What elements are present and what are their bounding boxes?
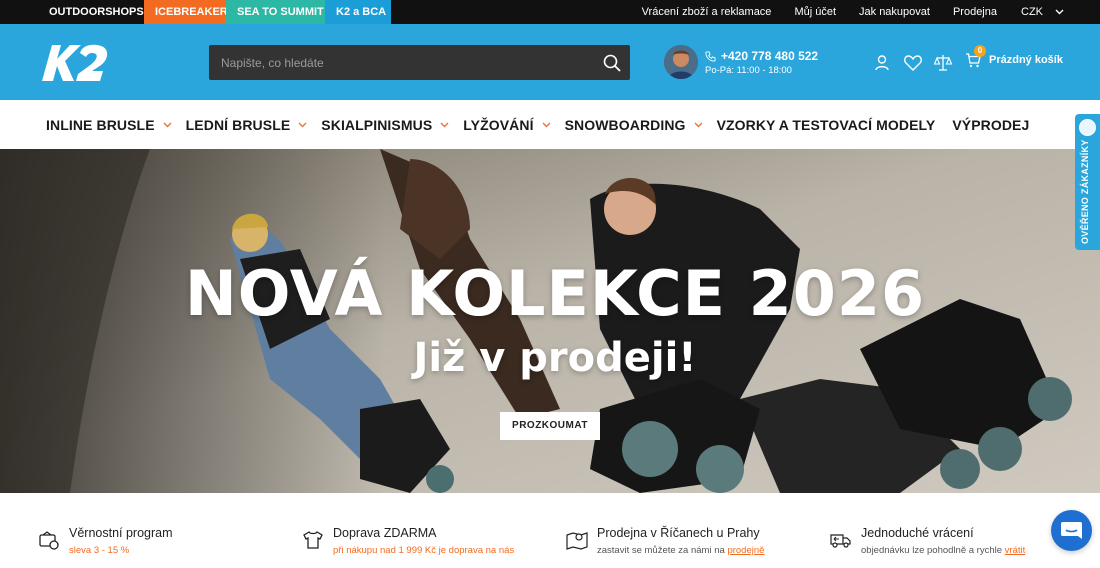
loyalty-icon bbox=[39, 531, 59, 550]
brand-tabs: OUTDOORSHOPS ICEBREAKER SEA TO SUMMIT K2… bbox=[38, 0, 391, 24]
currency-selector[interactable]: CZK bbox=[1021, 6, 1064, 18]
nav-item-label: SKIALPINISMUS bbox=[321, 116, 433, 133]
chevron-down-icon bbox=[1055, 9, 1064, 15]
avatar bbox=[664, 45, 698, 79]
benefit-subtitle-text: zastavit se můžete za námi na bbox=[597, 545, 725, 556]
nav-item-label: VÝPRODEJ bbox=[952, 116, 1030, 133]
tshirt-icon bbox=[303, 531, 323, 549]
nav-item-label: LEDNÍ BRUSLE bbox=[185, 116, 291, 133]
nav-item-label: INLINE BRUSLE bbox=[46, 116, 155, 133]
return-link[interactable]: vrátit bbox=[1005, 545, 1026, 556]
verified-customers-tab[interactable]: OVĚŘENO ZÁKAZNÍKY bbox=[1075, 114, 1100, 250]
compare-scale-icon[interactable] bbox=[933, 53, 953, 73]
benefit-title: Doprava ZDARMA bbox=[333, 526, 437, 540]
phone-icon bbox=[705, 50, 716, 62]
link-store[interactable]: Prodejna bbox=[953, 6, 997, 18]
brand-tab-k2-bca[interactable]: K2 a BCA bbox=[325, 0, 391, 24]
nav-item-label: SNOWBOARDING bbox=[564, 116, 686, 133]
chat-bubble-icon bbox=[1061, 522, 1082, 539]
return-truck-icon bbox=[830, 534, 851, 548]
chat-button[interactable] bbox=[1051, 510, 1092, 551]
hero-banner[interactable]: NOVÁ KOLEKCE 2026 Již v prodeji! PROZKOU… bbox=[0, 149, 1100, 493]
cart-label: Prázdný košík bbox=[989, 54, 1063, 66]
link-my-account[interactable]: Můj účet bbox=[794, 6, 836, 18]
nav-item-label: LYŽOVÁNÍ bbox=[463, 116, 534, 133]
store-link[interactable]: prodejně bbox=[727, 545, 764, 556]
nav-item-label: VZORKY A TESTOVACÍ MODELY bbox=[716, 116, 936, 133]
benefit-returns: Jednoduché vrácení objednávku lze pohodl… bbox=[830, 526, 1025, 556]
benefit-title: Prodejna v Říčanech u Prahy bbox=[597, 526, 760, 540]
verified-badge-icon bbox=[1079, 119, 1096, 136]
top-bar: OUTDOORSHOPS ICEBREAKER SEA TO SUMMIT K2… bbox=[0, 0, 1100, 24]
search-bar bbox=[209, 45, 630, 80]
hero-title: NOVÁ KOLEKCE 2026 bbox=[184, 257, 926, 330]
phone-number[interactable]: +420 778 480 522 bbox=[705, 49, 818, 63]
benefit-loyalty: Věrnostní program sleva 3 - 15 % bbox=[38, 526, 173, 556]
nav-item-vzorky[interactable]: VZORKY A TESTOVACÍ MODELY bbox=[717, 117, 936, 133]
search-icon[interactable] bbox=[602, 53, 622, 73]
benefit-store: Prodejna v Říčanech u Prahy zastavit se … bbox=[566, 526, 764, 556]
opening-hours: Po-Pá: 11:00 - 18:00 bbox=[705, 65, 792, 76]
link-how-to-buy[interactable]: Jak nakupovat bbox=[859, 6, 930, 18]
chevron-down-icon bbox=[163, 122, 172, 127]
cart-count-badge: 0 bbox=[974, 45, 986, 57]
site-header: +420 778 480 522 Po-Pá: 11:00 - 18:00 0 … bbox=[0, 24, 1100, 100]
brand-tab-icebreaker[interactable]: ICEBREAKER bbox=[144, 0, 228, 24]
benefit-subtitle: zastavit se můžete za námi na prodejně bbox=[597, 545, 764, 556]
link-returns[interactable]: Vrácení zboží a reklamace bbox=[642, 6, 772, 18]
verified-tab-label: OVĚŘENO ZÁKAZNÍKY bbox=[1080, 139, 1090, 244]
benefit-title: Věrnostní program bbox=[69, 526, 173, 540]
user-icon[interactable] bbox=[872, 53, 892, 73]
nav-item-vyprodej[interactable]: VÝPRODEJ bbox=[952, 117, 1029, 133]
hero-subtitle: Již v prodeji! bbox=[413, 335, 697, 381]
chevron-down-icon bbox=[440, 122, 449, 127]
currency-label: CZK bbox=[1021, 6, 1043, 18]
cart-button[interactable]: 0 Prázdný košík bbox=[965, 45, 1063, 68]
benefit-free-shipping: Doprava ZDARMA při nákupu nad 1 999 Kč j… bbox=[302, 526, 514, 556]
benefits-bar: Věrnostní program sleva 3 - 15 % Doprava… bbox=[0, 493, 1100, 568]
benefit-subtitle: při nákupu nad 1 999 Kč je doprava na ná… bbox=[333, 545, 515, 556]
phone-label: +420 778 480 522 bbox=[721, 49, 819, 63]
heart-icon[interactable] bbox=[903, 53, 923, 73]
k2-logo[interactable] bbox=[40, 43, 110, 83]
benefit-subtitle: sleva 3 - 15 % bbox=[69, 545, 130, 556]
support-agent-photo bbox=[664, 45, 698, 79]
map-pin-icon bbox=[566, 532, 588, 550]
chevron-down-icon bbox=[298, 122, 307, 127]
benefit-subtitle: objednávku lze pohodlně a rychle vrátit bbox=[861, 545, 1025, 556]
nav-item-ledni-brusle[interactable]: LEDNÍ BRUSLE bbox=[186, 117, 308, 133]
chevron-down-icon bbox=[542, 122, 551, 127]
top-links: Vrácení zboží a reklamace Můj účet Jak n… bbox=[619, 0, 1064, 24]
nav-item-skialpinismus[interactable]: SKIALPINISMUS bbox=[321, 117, 449, 133]
benefit-subtitle-text: objednávku lze pohodlně a rychle bbox=[861, 545, 1003, 556]
chevron-down-icon bbox=[694, 122, 703, 127]
search-input[interactable] bbox=[209, 45, 589, 80]
brand-tab-sea-to-summit[interactable]: SEA TO SUMMIT bbox=[226, 0, 325, 24]
benefit-title: Jednoduché vrácení bbox=[861, 526, 974, 540]
nav-item-inline-brusle[interactable]: INLINE BRUSLE bbox=[46, 117, 172, 133]
main-nav: INLINE BRUSLE LEDNÍ BRUSLE SKIALPINISMUS… bbox=[0, 100, 1100, 149]
nav-item-snowboarding[interactable]: SNOWBOARDING bbox=[565, 117, 703, 133]
brand-tab-outdoorshops[interactable]: OUTDOORSHOPS bbox=[38, 0, 144, 24]
explore-button[interactable]: PROZKOUMAT bbox=[500, 412, 600, 440]
nav-item-lyzovani[interactable]: LYŽOVÁNÍ bbox=[463, 116, 551, 133]
